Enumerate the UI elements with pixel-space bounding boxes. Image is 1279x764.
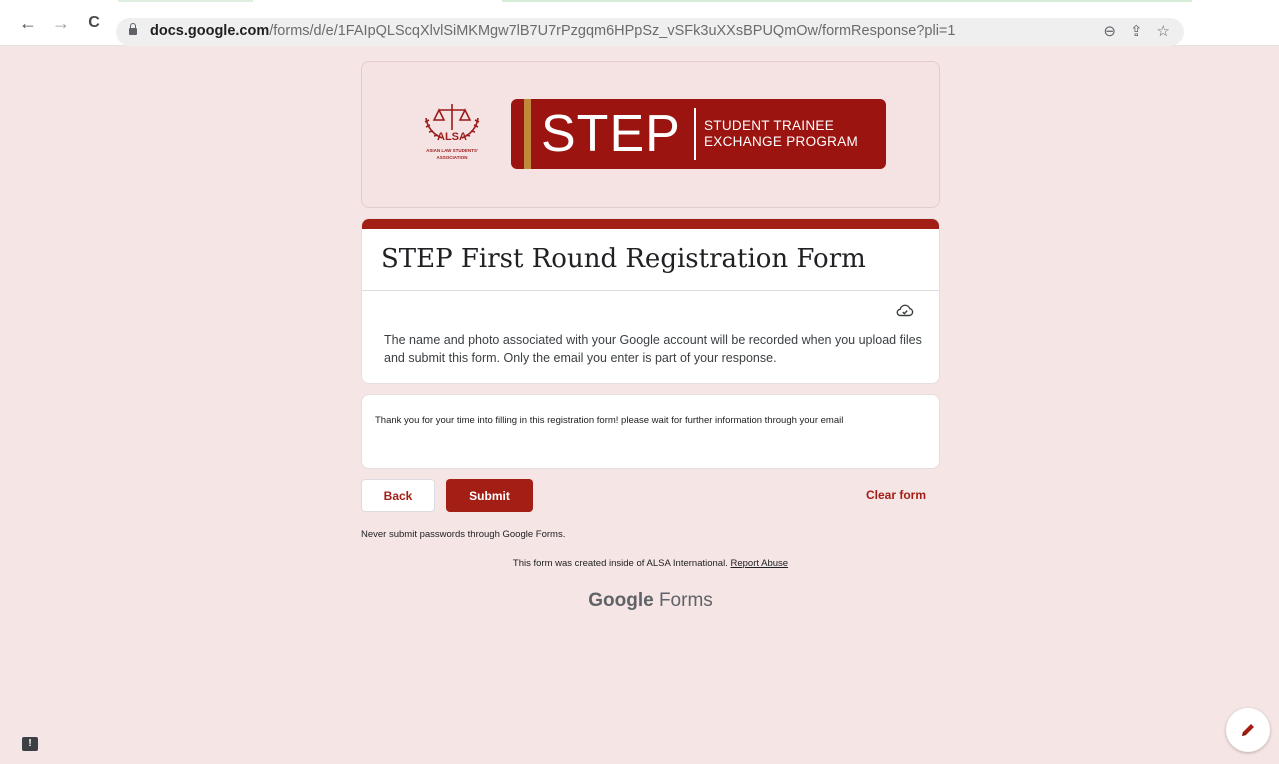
alsa-logo-subtext-1: ASIAN LAW STUDENTS' (426, 148, 478, 153)
alsa-logo: ALSA ASIAN LAW STUDENTS' ASSOCIATION (414, 100, 490, 170)
url-path: /forms/d/e/1FAIpQLScqXlvlSiMKMgw7lB7U7rP… (269, 23, 956, 39)
step-subtitle: STUDENT TRAINEE EXCHANGE PROGRAM (704, 118, 858, 150)
banner-gold-stripe (524, 99, 531, 169)
alsa-logo-text: ALSA (437, 131, 467, 143)
clear-form-button[interactable]: Clear form (866, 488, 926, 502)
cloud-saved-icon[interactable] (896, 303, 914, 317)
url-text[interactable]: docs.google.com/forms/d/e/1FAIpQLScqXlvl… (150, 23, 955, 39)
browser-toolbar: ← → C docs.google.com/forms/d/e/1FAIpQLS… (0, 0, 1279, 46)
title-accent-bar (362, 219, 939, 229)
feedback-icon[interactable]: ! (22, 737, 38, 751)
reload-icon[interactable]: C (83, 12, 105, 34)
address-bar-actions: ⊖ ⇪ ☆ (1103, 22, 1170, 40)
google-wordmark: Google (588, 590, 654, 611)
confirmation-card: Thank you for your time into filling in … (361, 394, 940, 469)
back-button[interactable]: Back (361, 479, 435, 512)
submit-button[interactable]: Submit (446, 479, 533, 512)
title-divider (362, 290, 939, 291)
url-host: docs.google.com (150, 23, 270, 39)
share-icon[interactable]: ⇪ (1130, 22, 1143, 40)
header-image-card: ALSA ASIAN LAW STUDENTS' ASSOCIATION STE… (361, 61, 940, 208)
bookmark-star-icon[interactable]: ☆ (1157, 22, 1170, 40)
address-bar[interactable]: docs.google.com/forms/d/e/1FAIpQLScqXlvl… (116, 18, 1184, 46)
edit-form-button[interactable] (1226, 708, 1270, 752)
banner-divider (694, 108, 696, 160)
back-arrow-icon[interactable]: ← (17, 12, 39, 34)
password-warning: Never submit passwords through Google Fo… (361, 529, 566, 540)
account-notice: The name and photo associated with your … (384, 333, 922, 365)
form-title-card: STEP First Round Registration Form The n… (361, 218, 940, 384)
created-inside-text: This form was created inside of ALSA Int… (512, 558, 728, 569)
alsa-logo-subtext-2: ASSOCIATION (436, 155, 468, 160)
lock-icon (129, 23, 137, 36)
forward-arrow-icon[interactable]: → (50, 12, 72, 34)
step-wordmark: STEP (541, 105, 681, 163)
zoom-icon[interactable]: ⊖ (1103, 22, 1116, 40)
google-forms-logo[interactable]: Google Forms (361, 590, 940, 612)
scales-laurel-icon: ALSA (424, 104, 480, 143)
step-subtitle-line-2: EXCHANGE PROGRAM (704, 134, 859, 149)
step-banner: STEP STUDENT TRAINEE EXCHANGE PROGRAM (511, 99, 886, 169)
tab-indicator (502, 0, 1192, 2)
tab-indicator-secondary (118, 0, 253, 2)
forms-wordmark: Forms (658, 590, 713, 611)
confirmation-message: Thank you for your time into filling in … (375, 415, 844, 426)
report-abuse-link[interactable]: Report Abuse (730, 558, 788, 569)
form-title: STEP First Round Registration Form (381, 244, 866, 274)
form-origin-note: This form was created inside of ALSA Int… (361, 558, 940, 569)
pencil-icon (1242, 724, 1254, 736)
step-subtitle-line-1: STUDENT TRAINEE (704, 118, 835, 133)
